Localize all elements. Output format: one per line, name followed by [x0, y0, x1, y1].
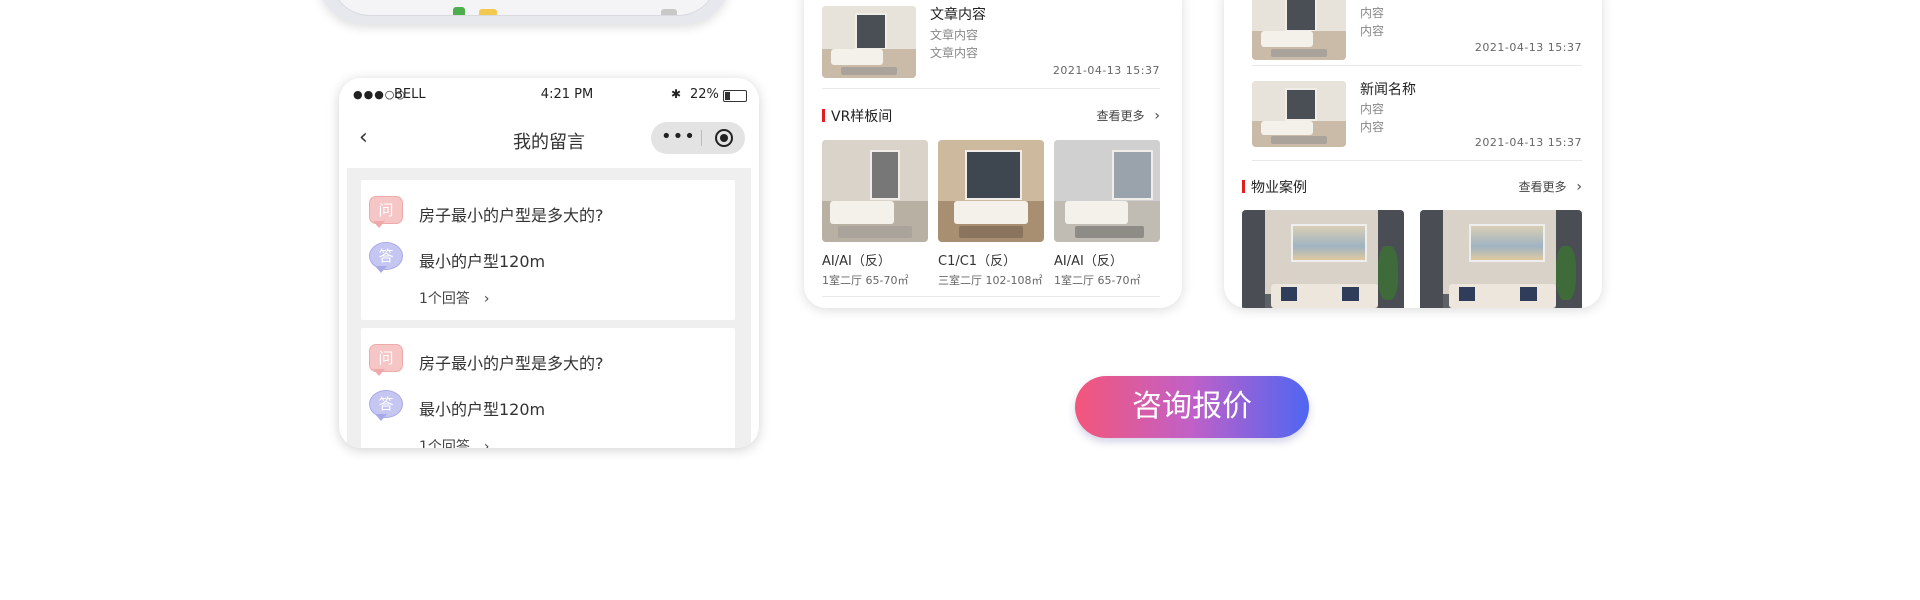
vr-item-info: 三室二厅 102-108㎡: [938, 274, 1043, 287]
news-date: 2021-04-13 15:37: [1474, 41, 1582, 54]
news-line: 内容: [1360, 120, 1385, 134]
answer-text: 最小的户型120m: [419, 252, 546, 271]
qa-card[interactable]: 问 房子最小的户型是多大的? 答 最小的户型120m 1个回答 ›: [361, 328, 735, 448]
question-text: 房子最小的户型是多大的?: [419, 206, 604, 225]
back-icon[interactable]: ‹: [359, 126, 383, 150]
news-line: 内容: [1360, 24, 1385, 38]
section-marker: [1242, 180, 1245, 193]
message-list: 问 房子最小的户型是多大的? 答 最小的户型120m 1个回答 › 问 房子最小的…: [347, 168, 751, 448]
vr-item-name: C1/C1（反）: [938, 254, 1017, 269]
question-icon: 问: [369, 344, 403, 376]
question-row: 问 房子最小的户型是多大的?: [369, 196, 729, 230]
news-date: 2021-04-13 15:37: [1474, 136, 1582, 149]
qa-card[interactable]: 问 房子最小的户型是多大的? 答 最小的户型120m 1个回答 ›: [361, 180, 735, 320]
more-icon[interactable]: •••: [661, 126, 695, 147]
page-title: 我的留言: [513, 132, 585, 153]
question-text: 房子最小的户型是多大的?: [419, 354, 604, 373]
divider: [1252, 65, 1582, 66]
divider: [1252, 160, 1582, 161]
battery-icon: [723, 90, 747, 102]
vr-thumbnail[interactable]: [1054, 140, 1160, 242]
news-title[interactable]: 新闻名称: [1360, 79, 1416, 99]
answers-link[interactable]: 1个回答 ›: [419, 288, 490, 308]
answers-link[interactable]: 1个回答 ›: [419, 436, 490, 448]
close-record-icon[interactable]: [715, 129, 733, 147]
nav-bar: ‹ 我的留言 •••: [339, 112, 759, 168]
chevron-right-icon: ›: [1154, 108, 1160, 124]
answer-row: 答 最小的户型120m: [369, 390, 729, 424]
case-see-more-link[interactable]: 查看更多 ›: [1519, 178, 1582, 195]
vr-section-title: VR样板间: [831, 109, 893, 125]
vr-see-more-link[interactable]: 查看更多 ›: [1097, 107, 1160, 124]
news-line: 内容: [1360, 102, 1385, 116]
chevron-right-icon: ›: [483, 439, 490, 448]
mini-program-capsule: •••: [651, 122, 745, 154]
case-section-title: 物业案例: [1251, 180, 1307, 196]
consult-quote-button[interactable]: 咨询报价: [1075, 376, 1309, 438]
answers-count: 1个回答: [419, 439, 470, 448]
see-more-label: 查看更多: [1096, 109, 1145, 123]
case-image[interactable]: [1242, 210, 1404, 308]
phone-screen-partial: [330, 0, 718, 16]
vr-thumbnail[interactable]: [822, 140, 928, 242]
vr-item-info: 1室二厅 65-70㎡: [1054, 274, 1141, 287]
answer-row: 答 最小的户型120m: [369, 242, 729, 276]
bluetooth-icon: ✱: [671, 87, 682, 101]
answer-icon: 答: [369, 242, 403, 273]
case-image[interactable]: [1420, 210, 1582, 308]
app-icon-green: [453, 7, 465, 15]
messages-phone-screen: ●●●○○ BELL 4:21 PM ✱ 22% ‹ 我的留言 ••• 问 房子…: [339, 78, 759, 448]
article-title[interactable]: 文章内容: [930, 4, 986, 24]
article-line: 文章内容: [930, 28, 979, 42]
article-line: 文章内容: [930, 46, 979, 60]
section-marker: [822, 109, 825, 122]
answer-icon: 答: [369, 390, 403, 421]
vr-item-info: 1室二厅 65-70㎡: [822, 274, 909, 287]
capsule-divider: [701, 130, 702, 146]
chevron-right-icon: ›: [483, 291, 490, 307]
answers-count: 1个回答: [419, 291, 470, 307]
vr-item-name: AI/AI（反）: [1054, 254, 1123, 269]
divider: [822, 296, 1160, 297]
home-card-right: 内容 内容 2021-04-13 15:37 新闻名称 内容 内容 2021-0…: [1224, 0, 1602, 308]
home-card-middle: 文章内容 文章内容 文章内容 2021-04-13 15:37 VR样板间 查看…: [804, 0, 1182, 308]
question-icon: 问: [369, 196, 403, 228]
news-line: 内容: [1360, 6, 1385, 20]
vr-item-name: AI/AI（反）: [822, 254, 891, 269]
status-bar: ●●●○○ BELL 4:21 PM ✱ 22%: [339, 78, 759, 112]
answer-text: 最小的户型120m: [419, 400, 546, 419]
article-thumbnail[interactable]: [822, 6, 916, 78]
carrier-label: BELL: [394, 87, 426, 102]
news-thumbnail[interactable]: [1252, 81, 1346, 147]
battery-percent: 22%: [690, 87, 719, 102]
phone-mockup-partial: [318, 0, 730, 24]
status-time: 4:21 PM: [540, 87, 594, 102]
app-icon-gray: [661, 9, 677, 15]
news-thumbnail[interactable]: [1252, 0, 1346, 60]
divider: [822, 88, 1160, 89]
chevron-right-icon: ›: [1576, 179, 1582, 195]
question-row: 问 房子最小的户型是多大的?: [369, 344, 729, 378]
app-icon-yellow: [479, 9, 497, 15]
article-date: 2021-04-13 15:37: [1052, 64, 1160, 77]
vr-thumbnail[interactable]: [938, 140, 1044, 242]
see-more-label: 查看更多: [1518, 180, 1567, 194]
